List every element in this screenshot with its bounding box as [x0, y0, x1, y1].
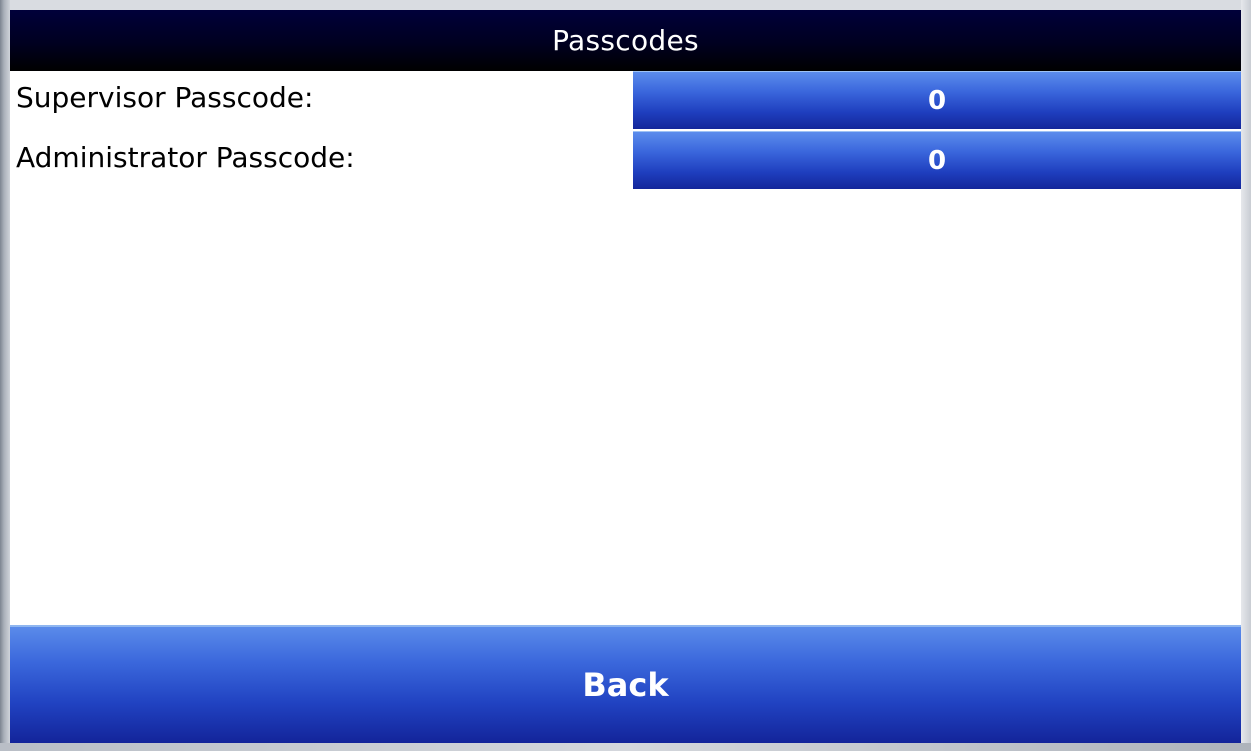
- administrator-passcode-button[interactable]: 0: [633, 131, 1241, 189]
- page-title: Passcodes: [10, 10, 1241, 71]
- right-bezel: [1241, 0, 1251, 751]
- passcodes-screen: Passcodes Supervisor Passcode: 0 Adminis…: [10, 10, 1241, 743]
- supervisor-passcode-row: Supervisor Passcode: 0: [10, 71, 1241, 129]
- supervisor-passcode-label: Supervisor Passcode:: [16, 81, 314, 114]
- administrator-passcode-label: Administrator Passcode:: [16, 141, 355, 174]
- bottom-bezel: [0, 743, 1251, 751]
- left-bezel: [0, 0, 10, 751]
- administrator-passcode-row: Administrator Passcode: 0: [10, 131, 1241, 189]
- supervisor-passcode-button[interactable]: 0: [633, 71, 1241, 129]
- back-button[interactable]: Back: [10, 625, 1241, 743]
